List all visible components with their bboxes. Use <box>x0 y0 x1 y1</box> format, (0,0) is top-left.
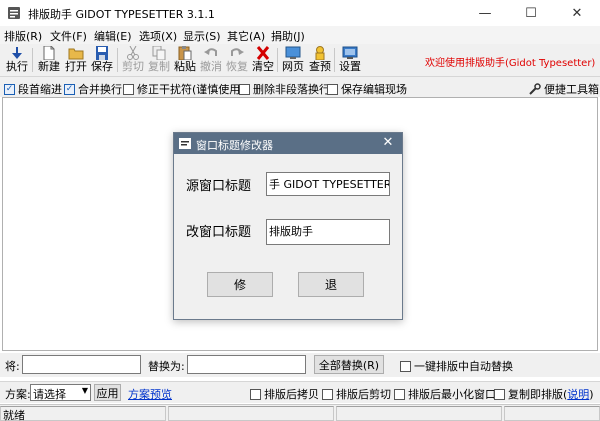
paste-icon <box>178 46 192 60</box>
menu-typeset[interactable]: 排版(R) <box>4 28 42 44</box>
copy-icon <box>152 46 166 60</box>
run-button[interactable]: 执行 <box>4 46 30 74</box>
maximize-button[interactable]: ☐ <box>508 0 554 26</box>
chevron-down-icon[interactable]: ▼ <box>82 386 88 395</box>
close-button[interactable]: ✕ <box>554 0 600 26</box>
menu-other[interactable]: 其它(A) <box>227 28 265 44</box>
auto-replace-option[interactable]: 一键排版中自动替换 <box>400 358 513 374</box>
web-icon <box>285 46 301 59</box>
checkbox-icon[interactable] <box>123 83 134 95</box>
checkbox-icon[interactable] <box>322 388 333 400</box>
window-title: 排版助手 GIDOT TYPESETTER 3.1.1 <box>28 8 215 21</box>
minimize-after-option[interactable]: 排版后最小化窗口 <box>394 386 496 402</box>
find-input[interactable] <box>22 355 141 374</box>
title-modifier-dialog: 窗口标题修改器 ✕ 源窗口标题 手 GIDOT TYPESETTER 3.1.1… <box>173 132 403 320</box>
dialog-close-button[interactable]: ✕ <box>379 135 397 151</box>
status-text: 就绪 <box>3 409 25 421</box>
replace-bar: 将: 替换为: 全部替换(R) 一键排版中自动替换 <box>0 353 600 377</box>
status-bar: 就绪 <box>0 404 600 421</box>
wrench-icon <box>529 83 541 95</box>
exit-button[interactable]: 退 <box>298 272 364 297</box>
scheme-bar: 方案: 请选择 ▼ 应用 方案预览 排版后拷贝 排版后剪切 排版后最小化窗口 复… <box>0 381 600 403</box>
dialog-title-bar: 窗口标题修改器 ✕ <box>174 133 402 154</box>
search-preview-icon <box>315 46 325 60</box>
copy-after-option[interactable]: 排版后拷贝 <box>250 386 319 402</box>
clear-button[interactable]: 清空 <box>250 46 276 74</box>
menu-file[interactable]: 文件(F) <box>50 28 87 44</box>
checkbox-icon[interactable] <box>394 388 405 400</box>
checkbox-icon[interactable] <box>494 388 505 400</box>
option-indent[interactable]: ✓ 段首缩进 <box>4 81 62 97</box>
title-bar: 排版助手 GIDOT TYPESETTER 3.1.1 — ☐ ✕ <box>0 0 600 26</box>
scheme-label: 方案: <box>5 388 31 401</box>
menu-view[interactable]: 显示(S) <box>183 28 221 44</box>
target-title-label: 改窗口标题 <box>186 225 252 240</box>
checkbox-icon[interactable] <box>327 83 338 95</box>
app-icon <box>8 7 20 19</box>
clear-icon <box>256 46 270 60</box>
source-title-label: 源窗口标题 <box>186 179 252 194</box>
checkbox-checked-icon[interactable]: ✓ <box>4 83 15 95</box>
replace-input[interactable] <box>187 355 306 374</box>
option-delete-breaks[interactable]: 删除非段落换行 <box>239 81 330 97</box>
checkbox-checked-icon[interactable]: ✓ <box>64 83 75 95</box>
replace-all-button[interactable]: 全部替换(R) <box>314 355 384 374</box>
undo-icon <box>204 48 217 56</box>
save-icon <box>96 46 108 60</box>
preview-button[interactable]: 查预 <box>307 46 333 74</box>
checkbox-icon[interactable] <box>239 83 250 95</box>
cut-after-option[interactable]: 排版后剪切 <box>322 386 391 402</box>
source-title-field[interactable]: 手 GIDOT TYPESETTER 3.1.1 <box>266 172 390 196</box>
new-file-icon <box>43 46 55 60</box>
checkbox-icon[interactable] <box>400 360 411 372</box>
copy-typeset-option[interactable]: 复制即排版( 说明 ) <box>494 386 594 402</box>
menu-options[interactable]: 选项(X) <box>139 28 177 44</box>
status-cell: 就绪 <box>0 406 166 421</box>
minimize-button[interactable]: — <box>462 0 508 26</box>
scheme-preview-link[interactable]: 方案预览 <box>128 386 172 402</box>
menu-donate[interactable]: 捐助(J) <box>271 28 305 44</box>
welcome-link[interactable]: 欢迎使用排版助手(Gidot Typesetter) <box>425 54 595 69</box>
dialog-app-icon <box>179 138 191 149</box>
settings-button[interactable]: 设置 <box>337 46 363 74</box>
target-title-field[interactable]: 排版助手 <box>266 219 390 245</box>
dialog-title: 窗口标题修改器 <box>196 139 273 152</box>
settings-label: 设置 <box>339 60 361 73</box>
menu-bar: 排版(R) 文件(F) 编辑(E) 选项(X) 显示(S) 其它(A) 捐助(J… <box>0 26 600 44</box>
option-merge-lines[interactable]: ✓ 合并换行 <box>64 81 122 97</box>
option-save-session[interactable]: 保存编辑现场 <box>327 81 407 97</box>
toolbox-button[interactable]: 便捷工具箱 <box>528 81 599 97</box>
status-cell <box>504 406 600 421</box>
scheme-select[interactable]: 请选择 ▼ <box>30 384 91 401</box>
apply-button[interactable]: 应用 <box>94 384 121 401</box>
status-cell <box>336 406 502 421</box>
help-link[interactable]: 说明 <box>567 386 589 402</box>
settings-icon <box>342 46 358 59</box>
open-folder-icon <box>68 48 84 60</box>
redo-icon <box>231 48 244 56</box>
replace-with-label: 替换为: <box>148 360 185 373</box>
modify-button[interactable]: 修 <box>207 272 273 297</box>
scissors-icon <box>127 46 139 60</box>
save-button[interactable]: 保存 <box>89 46 115 74</box>
run-icon <box>12 47 22 59</box>
options-bar: ✓ 段首缩进 ✓ 合并换行 修正干扰符(谨慎使用) 删除非段落换行 保存编辑现场… <box>0 76 600 97</box>
find-label: 将: <box>5 360 20 373</box>
checkbox-icon[interactable] <box>250 388 261 400</box>
status-cell <box>168 406 334 421</box>
option-fix-interference[interactable]: 修正干扰符(谨慎使用) <box>123 81 245 97</box>
menu-edit[interactable]: 编辑(E) <box>94 28 132 44</box>
